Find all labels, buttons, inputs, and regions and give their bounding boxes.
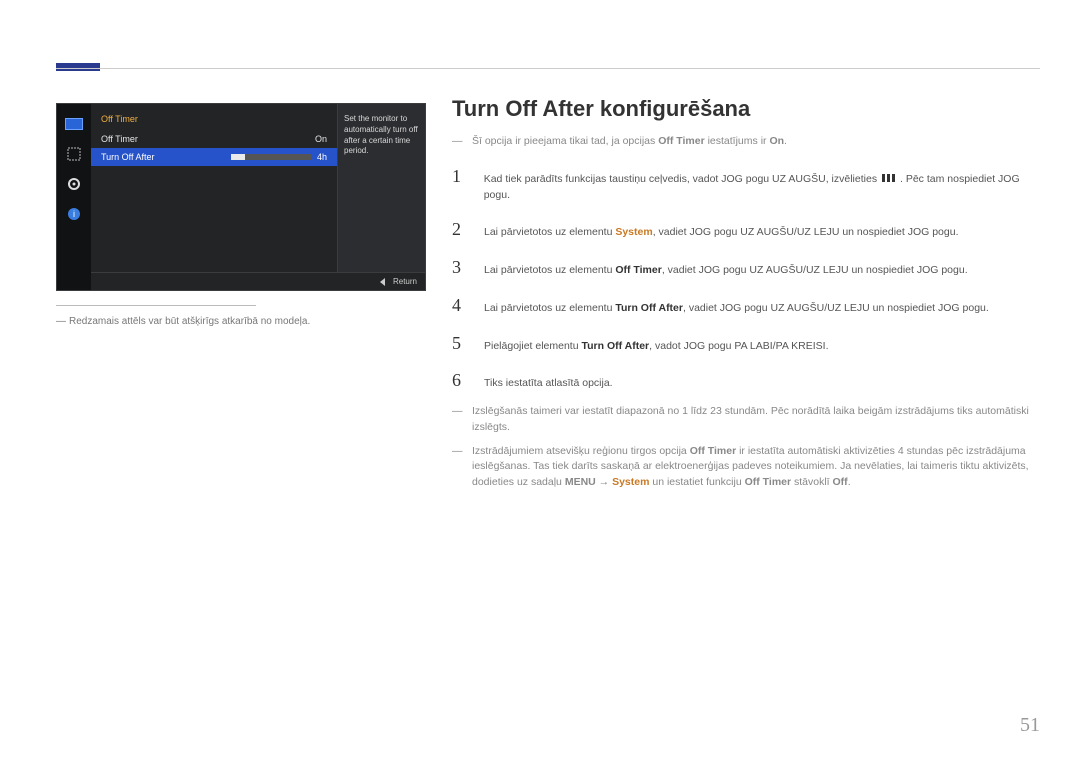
footnote-2: Izstrādājumiem atsevišķu reģionu tirgos … <box>464 444 1040 491</box>
step-number: 2 <box>452 219 470 240</box>
step-number: 4 <box>452 295 470 316</box>
steps-list: 1 Kad tiek parādīts funkcijas taustiņu c… <box>452 158 1040 400</box>
step-text: Lai pārvietotos uz elementu Turn Off Aft… <box>484 301 989 317</box>
step-item: 3 Lai pārvietotos uz elementu Off Timer,… <box>452 249 1040 287</box>
osd-main: Off Timer Off Timer On Turn Off After 4h… <box>91 104 425 290</box>
step-item: 1 Kad tiek parādīts funkcijas taustiņu c… <box>452 158 1040 212</box>
info-icon: i <box>64 206 84 222</box>
step-item: 6 Tiks iestatīta atlasītā opcija. <box>452 362 1040 400</box>
osd-list: Off Timer Off Timer On Turn Off After 4h <box>91 104 337 272</box>
osd-footer: Return <box>91 272 425 290</box>
step-number: 3 <box>452 257 470 278</box>
osd-row-turn-off-after: Turn Off After 4h <box>91 148 337 166</box>
step-item: 5 Pielāgojiet elementu Turn Off After, v… <box>452 325 1040 363</box>
content-column: Turn Off After konfigurēšana Šī opcija i… <box>452 96 1040 499</box>
osd-return-label: Return <box>393 277 417 286</box>
page-number: 51 <box>1020 714 1040 737</box>
step-item: 4 Lai pārvietotos uz elementu Turn Off A… <box>452 287 1040 325</box>
step-item: 2 Lai pārvietotos uz elementu System, va… <box>452 211 1040 249</box>
footnote-1: Izslēgšanās taimeri var iestatīt diapazo… <box>464 404 1040 436</box>
osd-description: Set the monitor to automatically turn of… <box>337 104 425 272</box>
osd-section-title: Off Timer <box>91 110 337 130</box>
osd-sidebar: i <box>57 104 91 290</box>
header-rule <box>56 68 1040 69</box>
back-arrow-icon <box>380 278 385 286</box>
step-text: Lai pārvietotos uz elementu Off Timer, v… <box>484 263 968 279</box>
osd-preview: i Off Timer Off Timer On Turn Off After … <box>56 103 426 291</box>
osd-slider <box>231 154 311 160</box>
page-title: Turn Off After konfigurēšana <box>452 96 1040 122</box>
precondition-note: Šī opcija ir pieejama tikai tad, ja opci… <box>464 134 1040 150</box>
osd-row-label: Off Timer <box>101 134 138 144</box>
osd-row-off-timer: Off Timer On <box>91 130 337 148</box>
menu-icon <box>882 174 898 184</box>
figure-caption: ―Redzamais attēls var būt atšķirīgs atka… <box>56 316 310 327</box>
step-text: Pielāgojiet elementu Turn Off After, vad… <box>484 339 829 355</box>
step-number: 6 <box>452 370 470 391</box>
step-text: Lai pārvietotos uz elementu System, vadi… <box>484 225 959 241</box>
step-number: 1 <box>452 166 470 187</box>
header-accent-bar <box>56 63 100 71</box>
display-icon <box>64 146 84 162</box>
step-text: Kad tiek parādīts funkcijas taustiņu ceļ… <box>484 172 1040 204</box>
osd-row-value: 4h <box>317 152 327 162</box>
step-text: Tiks iestatīta atlasītā opcija. <box>484 376 613 392</box>
picture-icon <box>64 116 84 132</box>
svg-text:i: i <box>73 209 75 219</box>
osd-row-value: On <box>315 134 327 144</box>
gear-icon <box>64 176 84 192</box>
caption-rule <box>56 305 256 306</box>
step-number: 5 <box>452 333 470 354</box>
osd-row-label: Turn Off After <box>101 152 155 162</box>
